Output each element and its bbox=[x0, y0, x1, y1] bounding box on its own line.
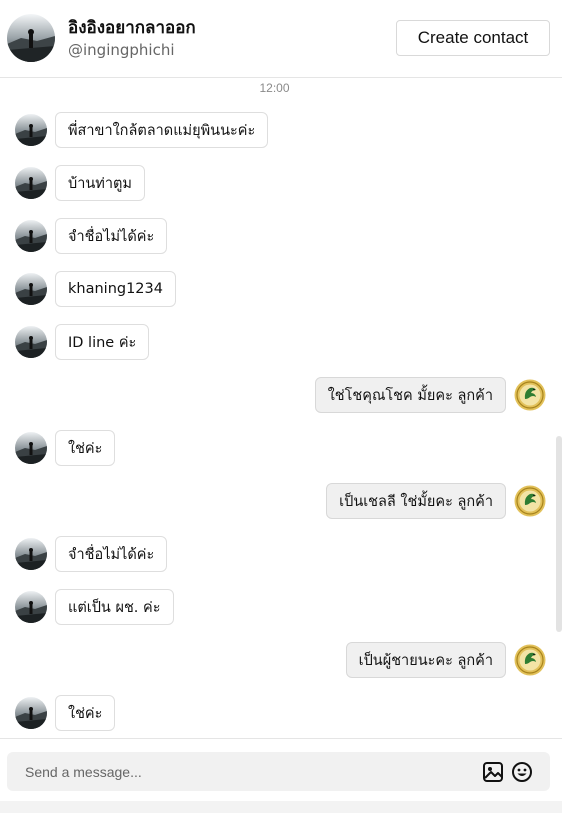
incoming-message: ใช่ค่ะ bbox=[0, 695, 562, 731]
incoming-message: ใช่ค่ะ bbox=[0, 430, 562, 466]
contact-avatar[interactable] bbox=[15, 432, 47, 464]
agent-avatar[interactable] bbox=[514, 485, 546, 517]
outgoing-message: เป็นเชลลี ใช่มั้ยคะ ลูกค้า bbox=[0, 483, 562, 519]
message-bubble[interactable]: khaning1234 bbox=[55, 271, 176, 307]
incoming-message: ID line ค่ะ bbox=[0, 324, 562, 360]
image-icon[interactable] bbox=[482, 761, 504, 783]
message-bubble[interactable]: จำชื่อไม่ได้ค่ะ bbox=[55, 536, 168, 572]
agent-avatar[interactable] bbox=[514, 644, 546, 676]
incoming-message: บ้านท่าตูม bbox=[0, 165, 562, 201]
composer-area bbox=[0, 738, 562, 800]
message-bubble[interactable]: เป็นผู้ชายนะคะ ลูกค้า bbox=[345, 642, 506, 678]
message-bubble[interactable]: เป็นเชลลี ใช่มั้ยคะ ลูกค้า bbox=[326, 483, 506, 519]
incoming-message: khaning1234 bbox=[0, 271, 562, 307]
agent-avatar[interactable] bbox=[514, 379, 546, 411]
contact-avatar[interactable] bbox=[15, 326, 47, 358]
contact-name: อิงอิงอยากลาออก bbox=[68, 18, 196, 38]
message-bubble[interactable]: ID line ค่ะ bbox=[55, 324, 150, 360]
footer-strip bbox=[0, 801, 562, 813]
message-bubble[interactable]: บ้านท่าตูม bbox=[55, 165, 145, 201]
contact-avatar[interactable] bbox=[15, 538, 47, 570]
contact-avatar[interactable] bbox=[15, 273, 47, 305]
incoming-message: แต่เป็น ผช. ค่ะ bbox=[0, 589, 562, 625]
message-bubble[interactable]: ใช่ค่ะ bbox=[55, 695, 116, 731]
message-composer bbox=[7, 752, 550, 791]
contact-avatar[interactable] bbox=[15, 697, 47, 729]
create-contact-button[interactable]: Create contact bbox=[396, 20, 550, 56]
contact-avatar[interactable] bbox=[15, 591, 47, 623]
message-bubble[interactable]: พี่สาขาใกล้ตลาดแม่ยุพินนะค่ะ bbox=[55, 112, 269, 148]
chat-scrollbar[interactable] bbox=[556, 436, 562, 632]
message-bubble[interactable]: ใช่โชคุณโชค มั้ยคะ ลูกค้า bbox=[314, 377, 506, 413]
contact-avatar[interactable] bbox=[15, 220, 47, 252]
emoji-icon[interactable] bbox=[511, 761, 533, 783]
incoming-message: จำชื่อไม่ได้ค่ะ bbox=[0, 536, 562, 572]
message-bubble[interactable]: จำชื่อไม่ได้ค่ะ bbox=[55, 218, 168, 254]
outgoing-message: เป็นผู้ชายนะคะ ลูกค้า bbox=[0, 642, 562, 678]
incoming-message: จำชื่อไม่ได้ค่ะ bbox=[0, 218, 562, 254]
contact-avatar[interactable] bbox=[7, 14, 55, 62]
message-input[interactable] bbox=[25, 752, 465, 791]
contact-avatar[interactable] bbox=[15, 167, 47, 199]
contact-handle: @ingingphichi bbox=[68, 41, 175, 59]
chat-header: อิงอิงอยากลาออก @ingingphichi Create con… bbox=[0, 0, 562, 78]
message-list[interactable]: 12:00 พี่สาขาใกล้ตลาดแม่ยุพินนะค่ะบ้านท่… bbox=[0, 78, 562, 738]
message-timestamp: 12:00 bbox=[259, 81, 290, 95]
contact-avatar[interactable] bbox=[15, 114, 47, 146]
outgoing-message: ใช่โชคุณโชค มั้ยคะ ลูกค้า bbox=[0, 377, 562, 413]
incoming-message: พี่สาขาใกล้ตลาดแม่ยุพินนะค่ะ bbox=[0, 112, 562, 148]
message-bubble[interactable]: ใช่ค่ะ bbox=[55, 430, 116, 466]
message-bubble[interactable]: แต่เป็น ผช. ค่ะ bbox=[55, 589, 174, 625]
